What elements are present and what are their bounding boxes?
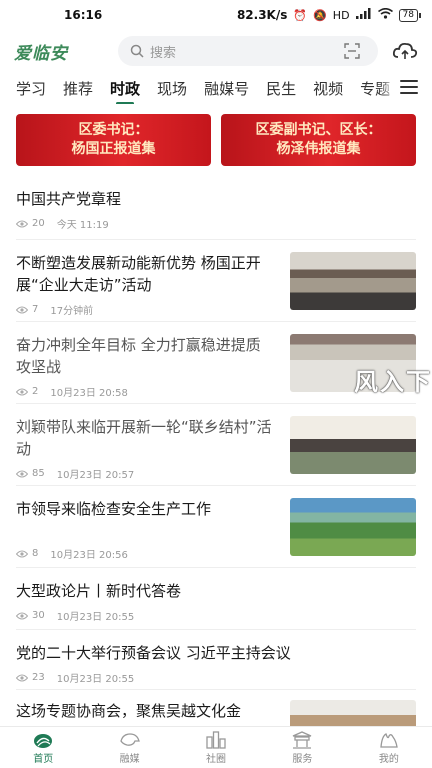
media-icon: [119, 732, 140, 746]
tab-special[interactable]: 专题: [360, 78, 390, 99]
news-thumbnail: [290, 252, 416, 310]
news-item[interactable]: 刘颖带队来临开展新一轮“联乡结村”活动 85 10月23日 20:57: [16, 404, 416, 486]
status-bar: 16:16 82.3K/s ⏰ 🔕 HD 78: [0, 0, 432, 30]
news-time: 今天 11:19: [56, 220, 109, 231]
service-icon: [293, 730, 312, 749]
signal-icon: [355, 8, 372, 22]
news-views: 30: [32, 610, 45, 621]
wifi-icon: [377, 7, 393, 22]
tab-recommend[interactable]: 推荐: [63, 78, 93, 99]
tab-study[interactable]: 学习: [16, 78, 46, 99]
eye-icon: [16, 470, 28, 477]
news-item[interactable]: 党的二十大举行预备会议 习近平主持会议 23 10月23日 20:55: [16, 630, 416, 690]
nav-label: 服务: [292, 753, 313, 765]
eye-icon: [16, 220, 28, 227]
news-item[interactable]: 大型政论片丨新时代答卷 30 10月23日 20:55: [16, 568, 416, 630]
net-speed: 82.3K/s: [236, 8, 288, 22]
status-right: 82.3K/s ⏰ 🔕 HD 78: [236, 7, 422, 22]
nav-label: 融媒: [119, 753, 140, 765]
bottom-nav: 首页 融媒 社圈 服务 我的: [0, 726, 432, 768]
banner-mayor[interactable]: 区委副书记、区长： 杨泽伟报道集: [221, 114, 416, 166]
tab-politics[interactable]: 时政: [110, 78, 140, 104]
nav-label: 社圈: [206, 753, 227, 765]
eye-icon: [16, 388, 28, 395]
alarm-icon: ⏰: [293, 8, 308, 22]
search-box[interactable]: 搜索: [118, 36, 378, 66]
news-meta: 23 10月23日 20:55: [16, 670, 416, 685]
battery-icon: 78: [398, 8, 422, 22]
news-meta: 30 10月23日 20:55: [16, 608, 416, 623]
news-views: 23: [32, 672, 45, 683]
news-views: 8: [32, 548, 39, 559]
status-time: 16:16: [64, 8, 103, 22]
channel-menu-icon[interactable]: [400, 80, 418, 94]
news-thumbnail: [290, 498, 416, 556]
watermark-text: 风入下: [354, 368, 432, 396]
news-title: 这场专题协商会，聚焦吴越文化金: [16, 702, 242, 720]
news-time: 10月23日 20:56: [50, 550, 128, 561]
news-item[interactable]: 不断塑造发展新动能新优势 杨国正开展“企业大走访”活动 7 17分钟前: [16, 240, 416, 322]
news-views: 20: [32, 218, 45, 229]
profile-icon: [380, 732, 398, 748]
tab-scene[interactable]: 现场: [157, 78, 187, 99]
news-list: 中国共产党章程 20 今天 11:19 不断塑造发展新动能新优势 杨国正开展“企…: [0, 176, 432, 730]
search-icon: [130, 44, 144, 58]
eye-icon: [16, 550, 28, 557]
community-icon: [206, 730, 226, 749]
news-title: 中国共产党章程: [16, 190, 122, 208]
top-bar: 爱临安 搜索: [0, 34, 432, 68]
nav-profile[interactable]: 我的: [346, 727, 432, 768]
banner-line1: 区委书记：: [78, 122, 149, 138]
search-placeholder: 搜索: [150, 45, 177, 61]
news-title: 不断塑造发展新动能新优势 杨国正开展“企业大走访”活动: [16, 254, 261, 294]
banner-line2: 杨泽伟报道集: [276, 141, 361, 157]
nav-media[interactable]: 融媒: [86, 727, 172, 768]
nav-service[interactable]: 服务: [259, 727, 345, 768]
banner-row: 区委书记： 杨国正报道集 区委副书记、区长： 杨泽伟报道集: [16, 114, 416, 166]
news-item[interactable]: 市领导来临检查安全生产工作 8 10月23日 20:56: [16, 486, 416, 568]
eye-icon: [16, 306, 28, 313]
news-item[interactable]: 中国共产党章程 20 今天 11:19: [16, 176, 416, 240]
news-time: 10月23日 20:58: [50, 388, 128, 399]
mute-icon: 🔕: [313, 8, 327, 22]
home-icon: [34, 733, 53, 748]
banner-line2: 杨国正报道集: [71, 141, 156, 157]
category-tabs: 学习 推荐 时政 现场 融媒号 民生 视频 专题: [0, 72, 432, 104]
news-time: 10月23日 20:55: [56, 674, 135, 685]
news-views: 7: [32, 304, 39, 315]
nav-home[interactable]: 首页: [0, 727, 86, 768]
tab-livelihood[interactable]: 民生: [266, 78, 296, 99]
tab-media[interactable]: 融媒号: [204, 78, 249, 99]
news-time: 10月23日 20:57: [56, 470, 135, 481]
tab-video[interactable]: 视频: [313, 78, 343, 99]
news-title: 党的二十大举行预备会议 习近平主持会议: [16, 644, 291, 662]
news-time: 17分钟前: [50, 306, 94, 317]
signal-hd-label: HD: [332, 8, 350, 22]
news-views: 2: [32, 386, 39, 397]
eye-icon: [16, 612, 28, 619]
nav-label: 我的: [378, 753, 399, 765]
news-item[interactable]: 这场专题协商会，聚焦吴越文化金: [16, 690, 416, 730]
nav-label: 首页: [33, 753, 54, 765]
news-title: 市领导来临检查安全生产工作: [16, 500, 212, 518]
cloud-icon[interactable]: [392, 41, 418, 61]
banner-secretary[interactable]: 区委书记： 杨国正报道集: [16, 114, 211, 166]
news-views: 85: [32, 468, 45, 479]
news-title: 刘颖带队来临开展新一轮“联乡结村”活动: [16, 418, 272, 458]
news-title: 大型政论片丨新时代答卷: [16, 582, 182, 600]
news-time: 10月23日 20:55: [56, 612, 135, 623]
news-meta: 20 今天 11:19: [16, 216, 416, 231]
nav-community[interactable]: 社圈: [173, 727, 259, 768]
scan-icon[interactable]: [344, 43, 360, 59]
news-title: 奋力冲刺全年目标 全力打赢稳进提质攻坚战: [16, 336, 261, 376]
news-thumbnail: [290, 416, 416, 474]
app-logo: 爱临安: [14, 43, 68, 64]
banner-line1: 区委副书记、区长：: [255, 122, 382, 138]
eye-icon: [16, 674, 28, 681]
